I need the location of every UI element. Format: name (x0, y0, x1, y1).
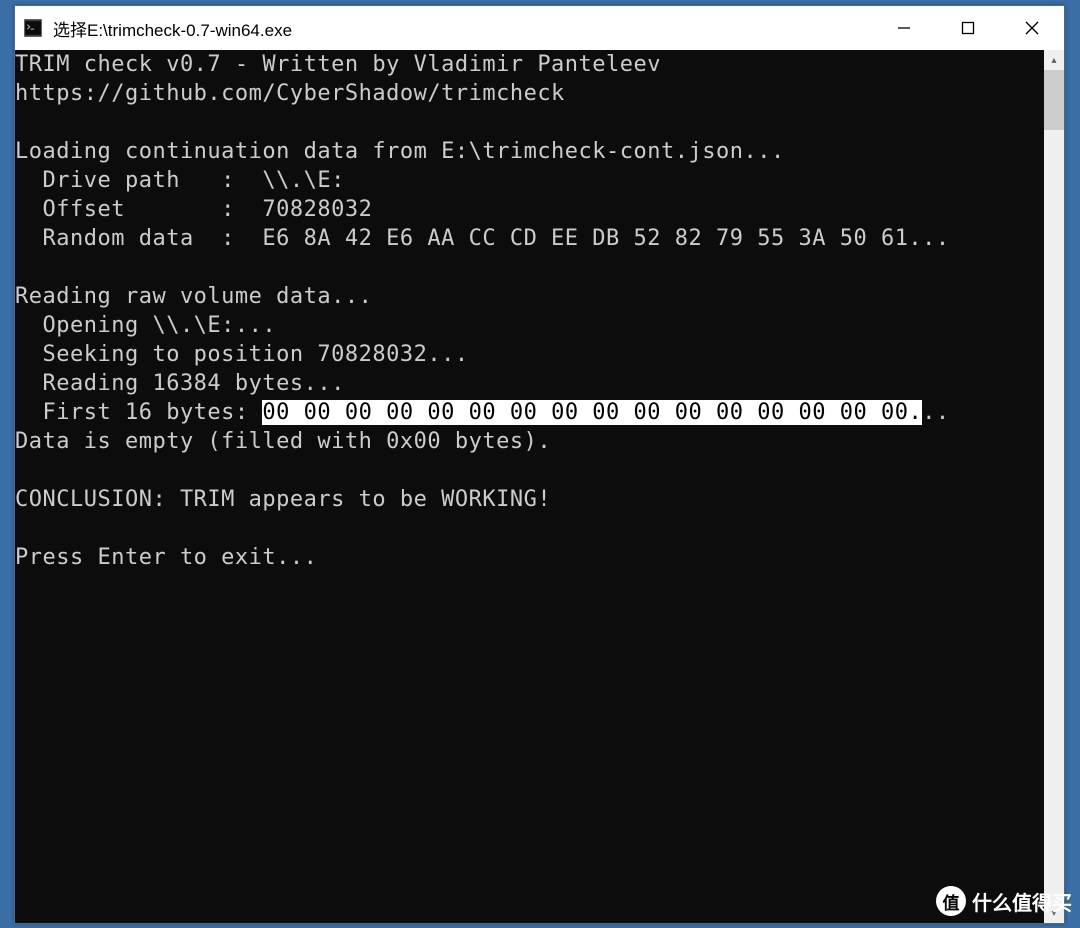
output-line: Reading raw volume data... (15, 284, 372, 309)
output-line: Opening \\.\E:... (15, 313, 276, 338)
output-line: https://github.com/CyberShadow/trimcheck (15, 81, 565, 106)
vertical-scrollbar[interactable]: ▴ ▾ (1044, 50, 1064, 923)
minimize-button[interactable] (872, 6, 936, 50)
console-app-icon (23, 18, 43, 38)
output-line: Offset : 70828032 (15, 197, 372, 222)
output-line: Data is empty (filled with 0x00 bytes). (15, 429, 551, 454)
output-line: Press Enter to exit... (15, 545, 317, 570)
watermark-text: 什么值得买 (972, 887, 1072, 916)
selected-text: 00 00 00 00 00 00 00 00 00 00 00 00 00 0… (262, 400, 922, 425)
output-line: TRIM check v0.7 - Written by Vladimir Pa… (15, 52, 661, 77)
output-line-suffix: .. (922, 400, 950, 425)
output-line: Seeking to position 70828032... (15, 342, 469, 367)
window-controls (872, 6, 1064, 50)
app-window: 选择E:\trimcheck-0.7-win64.exe TRIM check … (14, 5, 1065, 924)
output-line: Random data : E6 8A 42 E6 AA CC CD EE DB… (15, 226, 950, 251)
maximize-button[interactable] (936, 6, 1000, 50)
title-bar[interactable]: 选择E:\trimcheck-0.7-win64.exe (15, 6, 1064, 50)
output-line: Reading 16384 bytes... (15, 371, 345, 396)
watermark: 值 什么值得买 (936, 886, 1072, 916)
console-output[interactable]: TRIM check v0.7 - Written by Vladimir Pa… (15, 50, 1044, 923)
window-title: 选择E:\trimcheck-0.7-win64.exe (53, 16, 872, 41)
scroll-up-arrow-icon[interactable]: ▴ (1044, 50, 1064, 70)
output-line: CONCLUSION: TRIM appears to be WORKING! (15, 487, 551, 512)
console-area: TRIM check v0.7 - Written by Vladimir Pa… (15, 50, 1064, 923)
close-button[interactable] (1000, 6, 1064, 50)
watermark-badge-icon: 值 (936, 886, 966, 916)
scroll-thumb[interactable] (1044, 70, 1064, 130)
output-line: Drive path : \\.\E: (15, 168, 345, 193)
output-line-prefix: First 16 bytes: (15, 400, 262, 425)
output-line: Loading continuation data from E:\trimch… (15, 139, 785, 164)
